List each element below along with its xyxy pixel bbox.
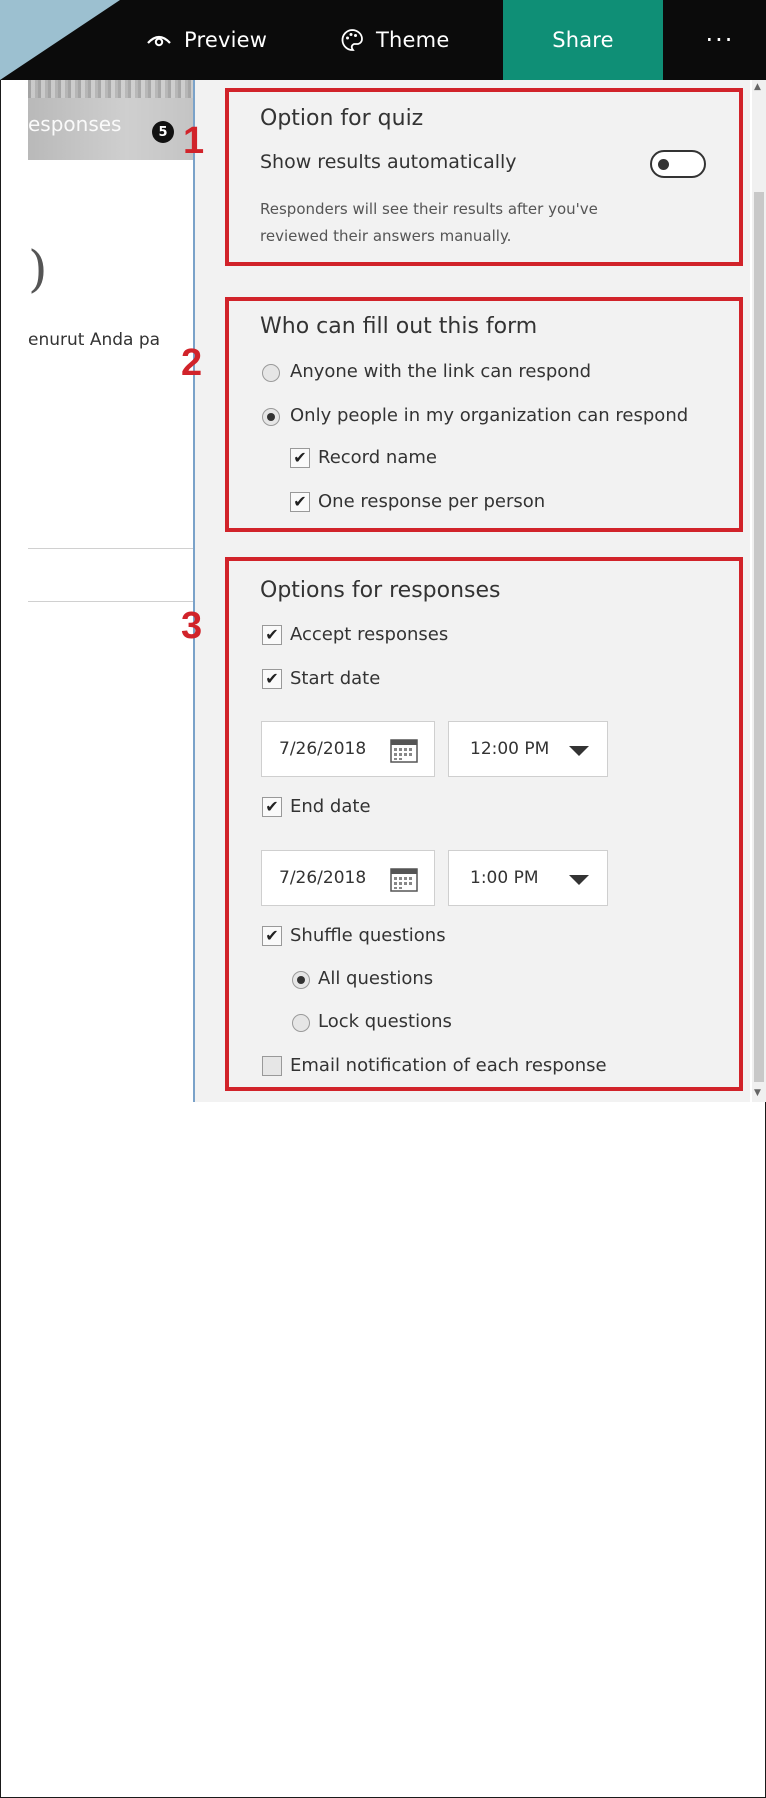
lock-questions-radio[interactable] bbox=[292, 1014, 310, 1032]
accept-responses-label[interactable]: Accept responses bbox=[290, 624, 448, 645]
end-time-value: 1:00 PM bbox=[470, 868, 539, 888]
theme-button[interactable]: Theme bbox=[340, 0, 449, 80]
calendar-icon[interactable] bbox=[390, 866, 418, 892]
all-questions-radio[interactable] bbox=[292, 971, 310, 989]
responses-count-badge: 5 bbox=[152, 121, 174, 143]
start-date-label[interactable]: Start date bbox=[290, 668, 380, 689]
corner-decoration bbox=[0, 0, 120, 80]
form-editor-area bbox=[28, 80, 193, 1110]
preview-label: Preview bbox=[184, 28, 268, 52]
quiz-section-title: Option for quiz bbox=[260, 106, 424, 131]
preview-button[interactable]: Preview bbox=[146, 0, 267, 80]
checkmark-icon: ✔ bbox=[293, 492, 307, 511]
checkmark-icon: ✔ bbox=[265, 797, 279, 816]
anyone-radio[interactable] bbox=[262, 364, 280, 382]
start-date-checkbox[interactable]: ✔ bbox=[262, 669, 282, 689]
organization-radio[interactable] bbox=[262, 408, 280, 426]
annotation-number: 1 bbox=[183, 120, 205, 162]
who-section-title: Who can fill out this form bbox=[260, 314, 538, 339]
answer-line bbox=[28, 601, 193, 602]
record-name-checkbox[interactable]: ✔ bbox=[290, 448, 310, 468]
checkmark-icon: ✔ bbox=[265, 625, 279, 644]
email-notification-checkbox[interactable] bbox=[262, 1056, 282, 1076]
more-options-button[interactable]: ··· bbox=[690, 0, 750, 80]
chevron-down-icon bbox=[569, 746, 589, 756]
eye-icon bbox=[147, 35, 171, 47]
share-button[interactable]: Share bbox=[503, 0, 663, 80]
lock-questions-label[interactable]: Lock questions bbox=[318, 1011, 452, 1032]
quiz-note-line1: Responders will see their results after … bbox=[260, 200, 598, 218]
scroll-down-icon[interactable]: ▼ bbox=[754, 1088, 761, 1098]
end-time-select[interactable]: 1:00 PM bbox=[448, 850, 608, 906]
start-time-value: 12:00 PM bbox=[470, 739, 550, 759]
annotation-number: 2 bbox=[181, 342, 203, 384]
anyone-label[interactable]: Anyone with the link can respond bbox=[290, 361, 591, 382]
panel-divider bbox=[193, 80, 195, 1102]
scrollbar-thumb[interactable] bbox=[754, 192, 764, 1082]
calendar-icon[interactable] bbox=[390, 737, 418, 763]
share-label: Share bbox=[552, 28, 614, 52]
top-bar: Preview Theme Share ··· bbox=[0, 0, 766, 80]
record-name-label[interactable]: Record name bbox=[318, 447, 437, 468]
all-questions-label[interactable]: All questions bbox=[318, 968, 433, 989]
scroll-up-icon[interactable]: ▲ bbox=[754, 82, 761, 92]
shuffle-questions-label[interactable]: Shuffle questions bbox=[290, 925, 446, 946]
form-title-fragment: ) bbox=[28, 240, 48, 298]
end-date-value: 7/26/2018 bbox=[279, 868, 367, 888]
annotation-number: 3 bbox=[181, 605, 203, 647]
one-response-label[interactable]: One response per person bbox=[318, 491, 545, 512]
accept-responses-checkbox[interactable]: ✔ bbox=[262, 625, 282, 645]
start-date-input[interactable]: 7/26/2018 bbox=[261, 721, 435, 777]
start-time-select[interactable]: 12:00 PM bbox=[448, 721, 608, 777]
theme-label: Theme bbox=[376, 28, 450, 52]
banner-texture bbox=[28, 80, 193, 98]
show-results-label: Show results automatically bbox=[260, 151, 517, 173]
chevron-down-icon bbox=[569, 875, 589, 885]
checkmark-icon: ✔ bbox=[265, 669, 279, 688]
palette-icon bbox=[341, 29, 363, 51]
question-text-fragment: enurut Anda pa bbox=[28, 330, 161, 350]
shuffle-questions-checkbox[interactable]: ✔ bbox=[262, 926, 282, 946]
checkmark-icon: ✔ bbox=[293, 448, 307, 467]
quiz-note-line2: reviewed their answers manually. bbox=[260, 227, 512, 245]
responses-section-title: Options for responses bbox=[260, 578, 501, 603]
organization-label[interactable]: Only people in my organization can respo… bbox=[290, 405, 688, 426]
end-date-checkbox[interactable]: ✔ bbox=[262, 797, 282, 817]
email-notification-label[interactable]: Email notification of each response bbox=[290, 1055, 607, 1076]
end-date-input[interactable]: 7/26/2018 bbox=[261, 850, 435, 906]
toggle-knob bbox=[658, 159, 669, 170]
one-response-checkbox[interactable]: ✔ bbox=[290, 492, 310, 512]
end-date-label[interactable]: End date bbox=[290, 796, 371, 817]
more-label: ··· bbox=[705, 26, 735, 54]
responses-tab[interactable]: esponses bbox=[28, 112, 121, 136]
start-date-value: 7/26/2018 bbox=[279, 739, 367, 759]
answer-line bbox=[28, 548, 193, 549]
checkmark-icon: ✔ bbox=[265, 926, 279, 945]
